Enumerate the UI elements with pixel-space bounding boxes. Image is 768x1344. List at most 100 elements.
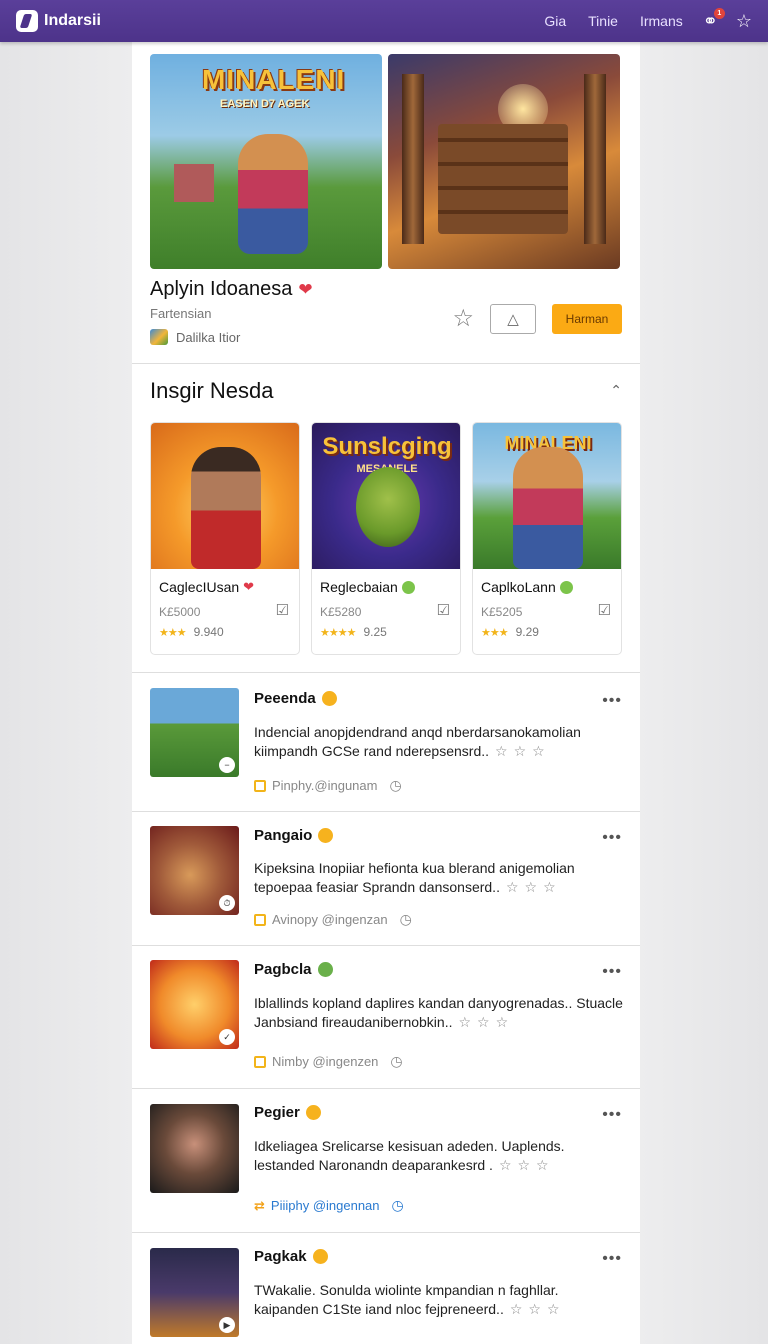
- hero-art-crates: [438, 124, 568, 234]
- hero-art-character: [238, 134, 308, 254]
- list-item-thumbnail: ▶: [150, 1248, 239, 1337]
- hero-art-pipe-right: [584, 74, 606, 244]
- game-card-rating: ★★★★ 9.25: [320, 625, 387, 639]
- arrows-icon: ⇄: [254, 1197, 265, 1213]
- list-item[interactable]: − Peeenda ••• Indencial anopjdendrand an…: [132, 672, 640, 811]
- rating-stars-icon[interactable]: ☆☆☆: [495, 743, 551, 759]
- game-card-price: K£5280: [320, 605, 362, 619]
- card-art-title: Sunslcging: [322, 433, 452, 460]
- heart-icon: ❤: [243, 579, 255, 594]
- favorite-star-icon[interactable]: ☆: [452, 307, 474, 331]
- rating-stars-icon: ★★★: [159, 626, 187, 639]
- tag-icon: [254, 913, 266, 926]
- rating-stars-icon[interactable]: ☆☆☆: [499, 1157, 555, 1173]
- top-navigation-bar: Indarsii Gia Tinie Irmans ⚭ 1 ☆: [0, 0, 768, 42]
- game-card-name-text: Reglecbaian: [320, 579, 398, 595]
- rating-value: 9.25: [363, 625, 387, 639]
- list-item-description: TWakalie. Sonulda wiolinte kmpandian n f…: [254, 1281, 624, 1319]
- hero-screenshot-2[interactable]: [388, 54, 620, 269]
- rating-stars-icon[interactable]: ☆☆☆: [458, 1014, 514, 1030]
- list-item-meta-text: Pinphy.@ingunam: [272, 778, 378, 793]
- brand[interactable]: Indarsii: [16, 10, 101, 32]
- tag-icon: [254, 779, 266, 792]
- main-nav: Gia Tinie Irmans: [544, 13, 682, 29]
- more-options-icon[interactable]: •••: [602, 963, 622, 981]
- list-item-thumbnail: ✓: [150, 960, 239, 1049]
- primary-action-button[interactable]: Harman: [552, 304, 622, 334]
- game-card-image: MINALENI: [473, 423, 621, 569]
- game-card-name-text: CaplkoLann: [481, 579, 556, 595]
- nav-link-1[interactable]: Gia: [544, 13, 566, 29]
- list-item-thumbnail: −: [150, 688, 239, 777]
- list-item-thumbnail: ⏱: [150, 826, 239, 915]
- list-item-meta-text: Nimby @ingenzen: [272, 1054, 379, 1069]
- list-item[interactable]: ▶ Pagkak ••• TWakalie. Sonulda wiolinte …: [132, 1232, 640, 1344]
- rating-stars-icon: ★★★★: [320, 626, 356, 639]
- emoji-icon: [318, 828, 334, 843]
- game-card-price: K£5000: [159, 605, 201, 619]
- nav-link-2[interactable]: Tinie: [588, 13, 618, 29]
- emoji-icon: [321, 691, 337, 706]
- list-item-title: Pagkak: [254, 1248, 328, 1265]
- list-item-title-text: Pegier: [254, 1104, 300, 1121]
- timer-icon: ⏱: [219, 895, 235, 911]
- card-character-art: [191, 447, 261, 569]
- favorites-star-icon[interactable]: ☆: [736, 12, 752, 30]
- list-item[interactable]: ✓ Pagbcla ••• Iblallinds kopland daplire…: [132, 945, 640, 1088]
- emoji-icon: [317, 962, 333, 977]
- developer-name: Dalilka Itior: [176, 329, 241, 345]
- game-card-image: Sunslcging MESANELE: [312, 423, 460, 569]
- developer-icon: [150, 329, 168, 345]
- game-card-rating: ★★★ 9.29: [481, 625, 539, 639]
- card-character-art: [356, 467, 420, 547]
- nav-link-3[interactable]: Irmans: [640, 13, 683, 29]
- status-dot-icon: [401, 580, 415, 594]
- clock-icon: ◷: [389, 777, 402, 793]
- bookmark-icon[interactable]: ☑: [437, 601, 450, 619]
- game-card-image: [151, 423, 299, 569]
- game-card[interactable]: MINALENI CaplkoLann K£5205 ☑ ★★★ 9.29: [472, 422, 622, 655]
- list-item-title-text: Pagbcla: [254, 961, 312, 978]
- game-card[interactable]: CaglecIUsan ❤ K£5000 ☑ ★★★ 9.940: [150, 422, 300, 655]
- app-developer[interactable]: Dalilka Itior: [150, 329, 240, 345]
- game-card-name-text: CaglecIUsan: [159, 579, 240, 595]
- hero-art-pipe-left: [402, 74, 424, 244]
- emoji-icon: [305, 1105, 321, 1120]
- list-item[interactable]: Pegier ••• Idkeliagea Srelicarse kesisua…: [132, 1088, 640, 1232]
- share-icon: △: [507, 311, 519, 328]
- bookmark-icon[interactable]: ☑: [276, 601, 289, 619]
- brand-name: Indarsii: [44, 12, 101, 29]
- chevron-up-icon[interactable]: ⌃: [610, 382, 622, 399]
- game-card[interactable]: Sunslcging MESANELE Reglecbaian K£5280 ☑…: [311, 422, 461, 655]
- list-item[interactable]: ⏱ Pangaio ••• Kipeksina Inopiiar hefiont…: [132, 811, 640, 945]
- list-item-title-text: Peeenda: [254, 690, 316, 707]
- more-options-icon[interactable]: •••: [602, 1250, 622, 1268]
- list-item-description: Idkeliagea Srelicarse kesisuan adeden. U…: [254, 1137, 624, 1175]
- more-options-icon[interactable]: •••: [602, 1106, 622, 1124]
- app-title: Aplyin Idoanesa ❤: [150, 278, 313, 301]
- list-item-meta[interactable]: ⇄ Piiiphy @ingennan ◷: [254, 1197, 404, 1214]
- more-options-icon[interactable]: •••: [602, 829, 622, 847]
- emoji-icon: [312, 1249, 328, 1264]
- hero-screenshot-1[interactable]: MINALENI EASEN D7 AGEK: [150, 54, 382, 269]
- hero-actions: ☆ △ Harman: [452, 304, 622, 334]
- notification-icon[interactable]: ⚭ 1: [703, 8, 725, 30]
- list-item-title: Pegier: [254, 1104, 321, 1121]
- clock-icon: ◷: [399, 911, 412, 927]
- divider: [132, 363, 640, 364]
- bookmark-icon[interactable]: ☑: [598, 601, 611, 619]
- share-button[interactable]: △: [490, 304, 536, 334]
- list-item-title: Pagbcla: [254, 961, 333, 978]
- rating-value: 9.29: [515, 625, 539, 639]
- section-title: Insgir Nesda: [150, 378, 274, 403]
- list-item-meta-text: Avinopy @ingenzan: [272, 912, 388, 927]
- rating-stars-icon[interactable]: ☆☆☆: [506, 879, 562, 895]
- rating-stars-icon[interactable]: ☆☆☆: [510, 1301, 566, 1317]
- play-icon: ▶: [219, 1317, 235, 1333]
- hero-art-title: MINALENI: [202, 64, 346, 95]
- remove-icon: −: [219, 757, 235, 773]
- rating-stars-icon: ★★★: [481, 626, 509, 639]
- list-item-title: Pangaio: [254, 827, 334, 844]
- list-item-title-text: Pagkak: [254, 1248, 307, 1265]
- more-options-icon[interactable]: •••: [602, 692, 622, 710]
